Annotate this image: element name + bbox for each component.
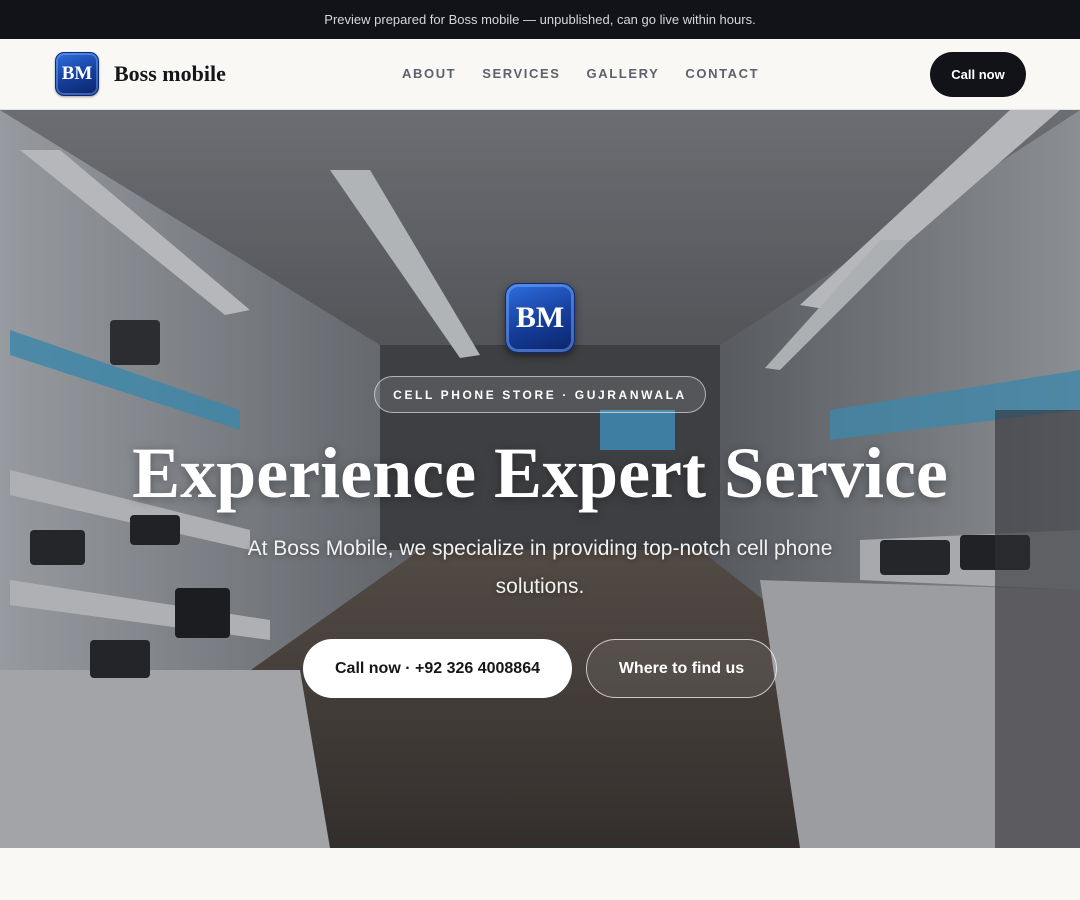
store-tag-badge: CELL PHONE STORE · GUJRANWALA	[374, 376, 706, 413]
brand-logo: BM	[55, 52, 99, 96]
nav-item-contact[interactable]: CONTACT	[685, 66, 759, 81]
nav-item-about[interactable]: ABOUT	[402, 66, 456, 81]
site-header: BM Boss mobile ABOUT SERVICES GALLERY CO…	[0, 39, 1080, 110]
call-now-button[interactable]: Call now · +92 326 4008864	[303, 639, 572, 698]
nav-item-services[interactable]: SERVICES	[482, 66, 560, 81]
preview-banner: Preview prepared for Boss mobile — unpub…	[0, 0, 1080, 39]
preview-notice: Preview prepared for Boss mobile — unpub…	[324, 12, 756, 27]
brand[interactable]: BM Boss mobile	[55, 52, 226, 96]
hero-logo: BM	[505, 283, 575, 353]
nav-call-button[interactable]: Call now	[930, 52, 1026, 97]
hero-section: BM CELL PHONE STORE · GUJRANWALA Experie…	[0, 110, 1080, 848]
hero-subtitle: At Boss Mobile, we specialize in providi…	[247, 537, 833, 598]
main-nav: ABOUT SERVICES GALLERY CONTACT	[402, 66, 785, 81]
brand-name: Boss mobile	[114, 61, 226, 86]
nav-item-gallery[interactable]: GALLERY	[587, 66, 660, 81]
find-us-button[interactable]: Where to find us	[586, 639, 777, 698]
hero-title: Experience Expert Service	[132, 433, 948, 513]
